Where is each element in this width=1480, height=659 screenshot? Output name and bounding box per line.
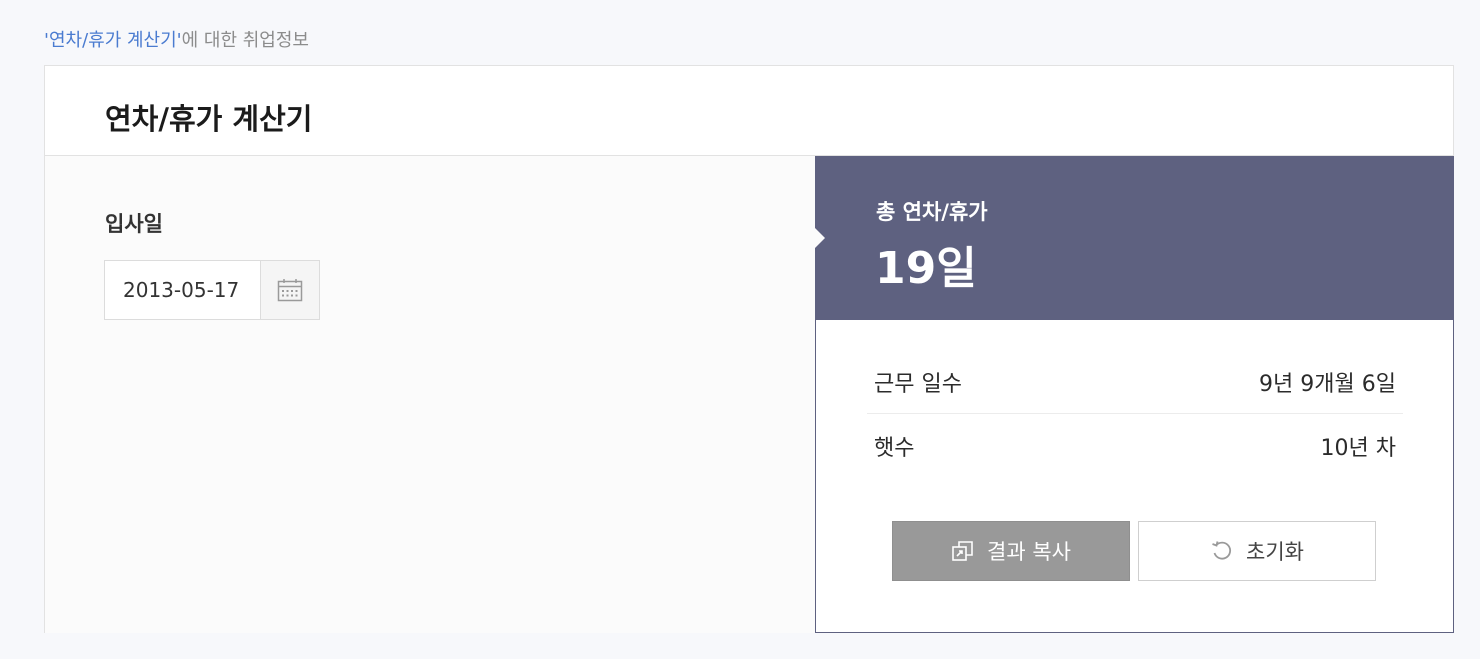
- related-info-keyword-link[interactable]: '연차/휴가 계산기': [44, 30, 182, 51]
- years-label: 햇수: [874, 436, 915, 461]
- calculator-card: 연차/휴가 계산기 입사일 2013-05-17 총 연차/휴가 19일 근무 …: [44, 65, 1454, 633]
- result-pane: 총 연차/휴가 19일 근무 일수 9년 9개월 6일 햇수 10년 차 결과 …: [815, 156, 1454, 633]
- work-duration-label: 근무 일수: [874, 371, 962, 397]
- work-duration-value: 9년 9개월 6일: [1259, 371, 1396, 397]
- reset-button[interactable]: 초기화: [1138, 521, 1376, 581]
- related-info-caption: '연차/휴가 계산기'에 대한 취업정보: [44, 26, 309, 52]
- hire-date-field: [104, 260, 320, 320]
- years-value: 10년 차: [1320, 436, 1396, 461]
- total-leave-value: 19일: [875, 243, 977, 294]
- calendar-button[interactable]: [260, 261, 319, 319]
- hire-date-label: 입사일: [105, 212, 163, 236]
- page-title: 연차/휴가 계산기: [105, 102, 313, 136]
- reset-label: 초기화: [1246, 540, 1304, 564]
- card-header: 연차/휴가 계산기: [45, 66, 1453, 156]
- reset-icon: [1212, 541, 1232, 560]
- total-leave-label: 총 연차/휴가: [876, 200, 988, 224]
- copy-icon: [952, 541, 973, 561]
- input-pane: 입사일: [45, 156, 815, 633]
- copy-result-button[interactable]: 결과 복사: [892, 521, 1130, 581]
- result-summary: 총 연차/휴가 19일: [815, 156, 1454, 320]
- years-row: 햇수 10년 차: [867, 414, 1403, 478]
- calendar-icon: [277, 279, 303, 302]
- related-info-suffix: 에 대한 취업정보: [181, 30, 309, 51]
- hire-date-input[interactable]: [105, 261, 260, 319]
- work-duration-row: 근무 일수 9년 9개월 6일: [867, 350, 1403, 414]
- copy-result-label: 결과 복사: [987, 540, 1071, 564]
